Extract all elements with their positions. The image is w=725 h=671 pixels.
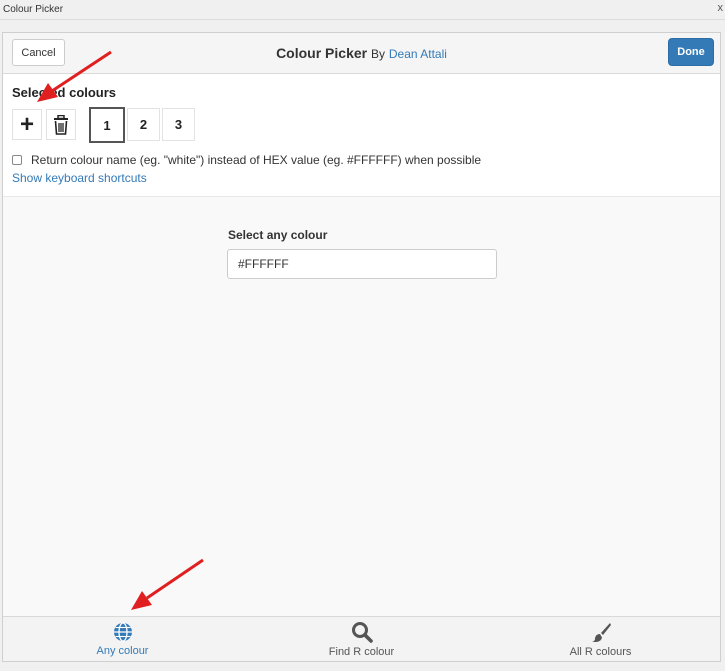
window-title: Colour Picker	[3, 4, 64, 15]
globe-icon	[113, 621, 132, 642]
window-titlebar: Colour Picker x	[0, 0, 725, 20]
search-icon	[351, 621, 373, 643]
trash-icon	[54, 114, 68, 135]
any-colour-panel: Select any colour	[3, 197, 720, 616]
dialog-header: Cancel Colour Picker By Dean Attali Done	[3, 33, 720, 74]
author-link[interactable]: Dean Attali	[389, 47, 447, 61]
colour-swatch-3[interactable]: 3	[162, 108, 195, 141]
by-text: By	[370, 47, 385, 61]
return-name-checkbox[interactable]	[12, 155, 22, 165]
tab-label: Find R colour	[328, 645, 395, 658]
page-title: Colour Picker By Dean Attali	[3, 45, 720, 61]
plus-icon: +	[19, 110, 34, 138]
title-text: Colour Picker	[276, 45, 368, 61]
close-icon[interactable]: x	[718, 2, 724, 14]
delete-colour-button[interactable]	[46, 109, 76, 140]
tab-find-r-colour[interactable]: Find R colour	[242, 617, 481, 661]
tab-all-r-colours[interactable]: All R colours	[481, 617, 720, 661]
colour-swatch-1[interactable]: 1	[89, 107, 125, 143]
select-colour-label: Select any colour	[228, 228, 328, 242]
add-colour-button[interactable]: +	[12, 109, 42, 140]
selected-colours-label: Selected colours	[12, 85, 117, 100]
colour-swatch-2[interactable]: 2	[127, 108, 160, 141]
tab-label: Any colour	[96, 644, 149, 657]
tab-label: All R colours	[569, 645, 632, 658]
show-shortcuts-link[interactable]: Show keyboard shortcuts	[12, 171, 147, 185]
done-button[interactable]: Done	[668, 38, 714, 66]
hex-colour-input[interactable]	[227, 249, 497, 279]
paintbrush-icon	[591, 622, 611, 642]
tab-any-colour[interactable]: Any colour	[3, 617, 242, 661]
return-name-label: Return colour name (eg. "white") instead…	[31, 153, 482, 167]
tab-bar: Any colour Find R colour All R colours	[3, 616, 720, 661]
colour-picker-dialog: Cancel Colour Picker By Dean Attali Done…	[2, 32, 721, 662]
return-name-option: Return colour name (eg. "white") instead…	[12, 153, 481, 167]
